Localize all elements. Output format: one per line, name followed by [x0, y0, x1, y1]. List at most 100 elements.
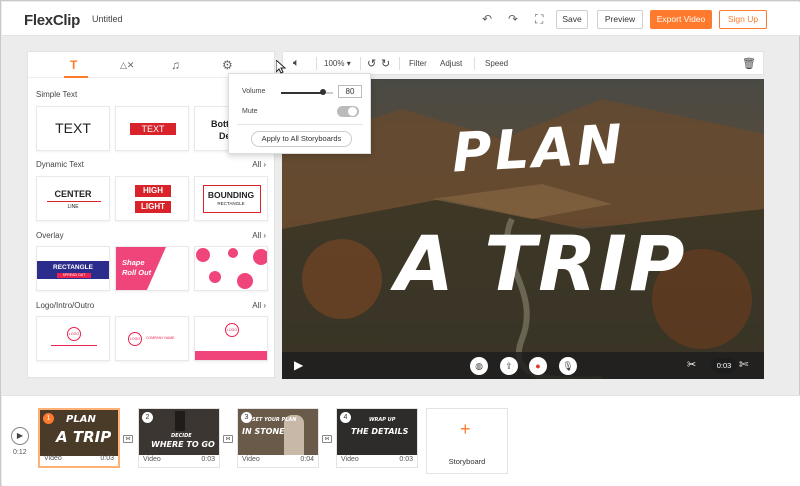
logo-badge: LOGO	[128, 332, 142, 346]
clip-number: 1	[43, 413, 54, 424]
person-silhouette	[175, 411, 185, 431]
volume-icon[interactable]: 🔈︎	[293, 57, 300, 70]
clip-title: A TRIP	[56, 428, 112, 446]
section-title-overlay: Overlay	[36, 231, 64, 240]
adjust-button[interactable]: Adjust	[440, 59, 462, 68]
template-text: RECTANGLE	[53, 264, 93, 271]
section-title-logo-intro-outro: Logo/Intro/Outro	[36, 301, 95, 310]
undo-icon[interactable]: ↶	[482, 12, 492, 26]
clip-title: THE DETAILS	[351, 427, 409, 436]
globe-icon[interactable]: ◍	[470, 357, 488, 375]
divider	[399, 57, 400, 70]
clip-type: Video	[143, 456, 161, 463]
clip-title: WHERE TO GO	[151, 440, 215, 449]
logo-badge: LOGO	[225, 323, 239, 337]
transition-icon[interactable]: ⋈	[223, 435, 233, 443]
clip-title: SET YOUR PLAN	[252, 417, 297, 423]
play-icon[interactable]: ▶	[294, 358, 303, 372]
template-text: BOUNDING	[207, 190, 255, 200]
section-title-simple-text: Simple Text	[36, 90, 78, 99]
text-template-highlight[interactable]: HIGH LIGHT	[115, 176, 189, 221]
mute-label: Mute	[242, 108, 258, 115]
overlay-template-dots[interactable]	[194, 246, 268, 291]
mouse-cursor-icon	[276, 60, 286, 74]
volume-slider[interactable]	[281, 92, 323, 94]
dynamic-text-all-link[interactable]: All ›	[252, 160, 266, 169]
clip-number: 2	[142, 412, 153, 423]
microphone-icon[interactable]: 🎙︎	[559, 357, 577, 375]
active-tab-indicator	[64, 76, 88, 78]
clip-type: Video	[242, 456, 260, 463]
filter-button[interactable]: Filter	[409, 59, 427, 68]
template-text: TEXT	[130, 123, 176, 135]
elements-tab-icon[interactable]: △✕	[120, 60, 134, 71]
clip-duration: 0:03	[201, 456, 215, 463]
divider	[474, 57, 475, 70]
logo-badge: LOGO	[67, 327, 81, 341]
apply-to-all-storyboards-button[interactable]: Apply to All Storyboards	[251, 131, 352, 147]
template-text: Bott	[211, 119, 229, 129]
total-duration: 0:12	[13, 449, 27, 456]
overlay-template-shape-roll[interactable]: Shape Roll Out	[115, 246, 189, 291]
volume-popup: Volume 80 Mute Apply to All Storyboards	[228, 73, 371, 154]
music-tab-icon[interactable]: ♫	[171, 58, 180, 72]
app-logo[interactable]: FlexClip	[24, 12, 80, 29]
storyboard-clip[interactable]: WRAP UP THE DETAILS 4 Video 0:03	[336, 408, 418, 468]
text-template-plain[interactable]: TEXT	[36, 106, 110, 151]
mute-toggle[interactable]	[337, 106, 359, 117]
timeline-play-button[interactable]: ▶	[11, 427, 29, 445]
divider	[237, 124, 363, 125]
zoom-select[interactable]: 100% ▾	[324, 59, 351, 68]
export-video-button[interactable]: Export Video	[650, 10, 712, 29]
text-template-bounding[interactable]: BOUNDING RECTANGLE	[194, 176, 268, 221]
preview-button[interactable]: Preview	[597, 10, 643, 29]
logo-bottom-bar	[195, 351, 267, 360]
template-line	[47, 201, 101, 202]
text-tab-icon[interactable]: T	[70, 58, 77, 72]
clip-duration: 0:03	[399, 456, 413, 463]
add-storyboard-button[interactable]: + Storyboard	[426, 408, 508, 474]
template-text: TEXT	[55, 120, 91, 136]
volume-value-input[interactable]: 80	[338, 85, 362, 98]
logo-template-1[interactable]: LOGO	[36, 316, 110, 361]
settings-tab-icon[interactable]: ⚙	[222, 58, 233, 72]
cut-icon[interactable]: ✄	[739, 358, 748, 371]
upload-icon[interactable]: ⇪	[500, 357, 518, 375]
rotate-left-icon[interactable]: ↺	[367, 57, 376, 70]
template-text: SPREAD OUT	[57, 273, 91, 278]
video-controls: ▶ ◍ ⇪ ● 🎙︎ ✂ 0:03 ✄	[282, 352, 764, 379]
sign-up-button[interactable]: Sign Up	[719, 10, 767, 29]
storyboard-clip[interactable]: DECIDE WHERE TO GO 2 Video 0:03	[138, 408, 220, 468]
rotate-right-icon[interactable]: ↻	[381, 57, 390, 70]
storyboard-clip[interactable]: PLAN A TRIP 1 Video 0:03	[38, 408, 120, 468]
plus-icon: +	[460, 419, 471, 439]
split-icon[interactable]: ✂	[687, 358, 696, 371]
app-window: FlexClip Untitled ↶ ↷ ⛶ Save Preview Exp…	[0, 0, 800, 486]
logo-intro-outro-all-link[interactable]: All ›	[252, 301, 266, 310]
divider	[360, 57, 361, 70]
template-text: COMPANY NAME	[146, 336, 175, 340]
add-storyboard-label: Storyboard	[448, 457, 486, 466]
clip-title: DECIDE	[171, 433, 192, 439]
logo-template-2[interactable]: LOGO COMPANY NAME	[115, 316, 189, 361]
volume-slider-handle[interactable]	[319, 89, 326, 95]
text-template-center-line[interactable]: CENTER LINE	[36, 176, 110, 221]
template-text: RECTANGLE	[217, 201, 245, 206]
document-title[interactable]: Untitled	[92, 14, 123, 24]
transition-icon[interactable]: ⋈	[322, 435, 332, 443]
clip-duration: 0:04	[300, 456, 314, 463]
video-title-line-1: PLAN	[450, 112, 627, 185]
redo-icon[interactable]: ↷	[508, 12, 518, 26]
overlay-template-rectangle[interactable]: RECTANGLE SPREAD OUT	[36, 246, 110, 291]
transition-icon[interactable]: ⋈	[123, 435, 133, 443]
record-icon[interactable]: ●	[529, 357, 547, 375]
trash-icon[interactable]: 🗑︎	[742, 57, 756, 70]
fullscreen-icon[interactable]: ⛶	[535, 12, 543, 27]
text-template-red-box[interactable]: TEXT	[115, 106, 189, 151]
save-button[interactable]: Save	[556, 10, 588, 29]
storyboard-clip[interactable]: SET YOUR PLAN IN STONE 3 Video 0:04	[237, 408, 319, 468]
template-text: CENTER	[54, 189, 92, 199]
speed-button[interactable]: Speed	[485, 59, 508, 68]
overlay-all-link[interactable]: All ›	[252, 231, 266, 240]
logo-template-3[interactable]: LOGO	[194, 316, 268, 361]
